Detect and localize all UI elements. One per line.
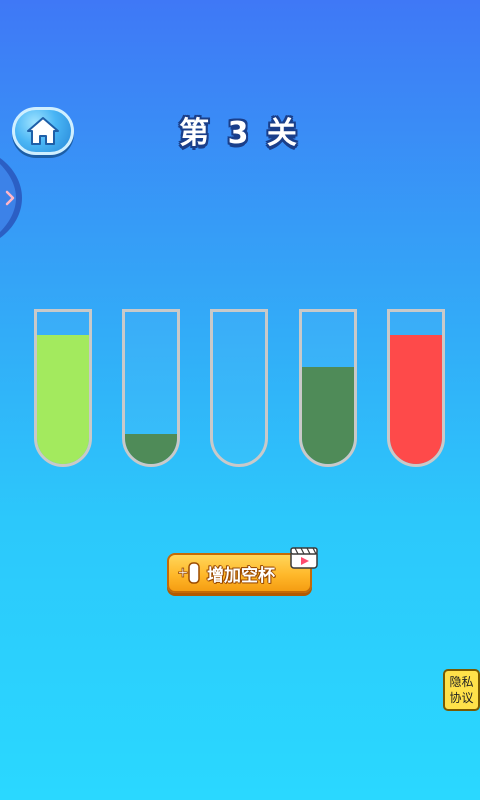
privacy-policy-button[interactable]: 隐私 协议 <box>443 669 480 711</box>
level-suffix: 关 <box>266 116 301 151</box>
svg-text:+: + <box>177 565 189 581</box>
tube-liquid <box>125 434 177 464</box>
tube-3[interactable] <box>210 309 268 467</box>
tube-liquid <box>302 367 354 464</box>
privacy-label-line2: 协议 <box>449 691 474 705</box>
chevron-right-icon <box>0 158 22 238</box>
video-play-icon <box>290 547 318 569</box>
level-prefix: 第 <box>179 116 214 151</box>
tube-4[interactable] <box>299 309 357 467</box>
level-number: 3 <box>227 116 253 151</box>
side-drawer-tab[interactable] <box>0 158 26 238</box>
add-empty-cup-button[interactable]: + 增加空杯 <box>167 547 318 593</box>
level-title: 第 3 关 <box>0 108 480 152</box>
privacy-label-line1: 隐私 <box>449 675 474 689</box>
tube-liquid <box>37 335 89 464</box>
tube-5[interactable] <box>387 309 445 467</box>
plus-cup-icon: + <box>177 562 200 584</box>
add-cup-label: 增加空杯 <box>207 565 275 586</box>
tube-liquid <box>390 335 442 464</box>
tube-2[interactable] <box>122 309 180 467</box>
tube-1[interactable] <box>34 309 92 467</box>
